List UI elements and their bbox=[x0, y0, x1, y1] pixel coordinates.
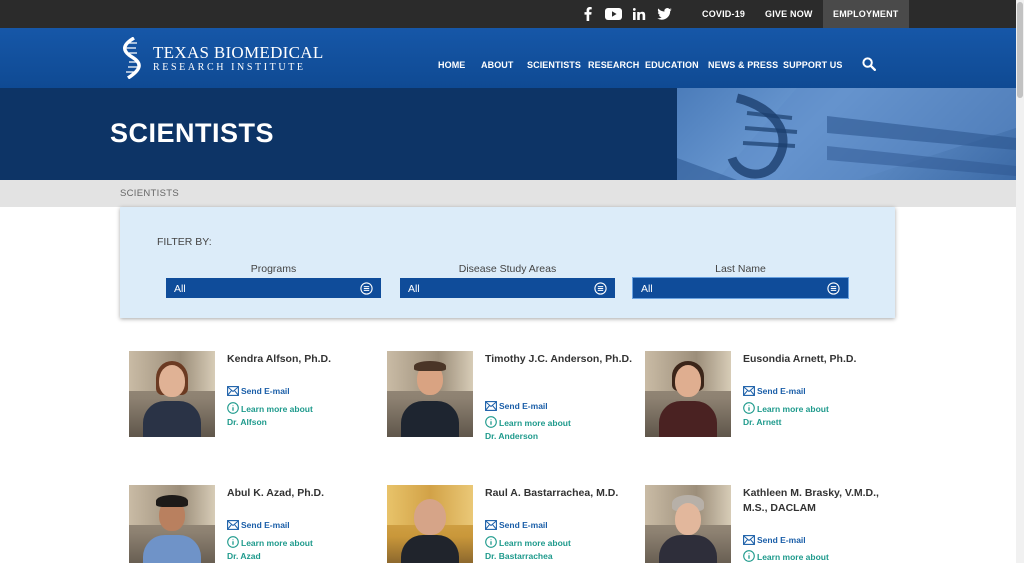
twitter-icon[interactable] bbox=[657, 6, 672, 22]
scientist-card: Kendra Alfson, Ph.D. Send E-mail Learn m… bbox=[129, 351, 379, 451]
scientist-card: Eusondia Arnett, Ph.D. Send E-mail Learn… bbox=[645, 351, 895, 451]
envelope-icon bbox=[485, 401, 497, 415]
send-email-link[interactable]: Send E-mail bbox=[227, 519, 290, 534]
list-menu-icon bbox=[594, 282, 607, 302]
send-email-label: Send E-mail bbox=[499, 401, 548, 411]
scientist-name[interactable]: Raul A. Bastarrachea, M.D. bbox=[485, 486, 645, 501]
learn-more-label: Learn more about bbox=[757, 404, 829, 414]
filter-label-programs: Programs bbox=[250, 263, 297, 275]
give-now-link[interactable]: GIVE NOW bbox=[765, 0, 813, 28]
breadcrumb: SCIENTISTS bbox=[0, 180, 1016, 207]
scientist-card: Kathleen M. Brasky, V.M.D., M.S., DACLAM… bbox=[645, 485, 895, 563]
filter-panel: FILTER BY: Programs All Disease Study Ar… bbox=[120, 207, 895, 318]
send-email-label: Send E-mail bbox=[757, 386, 806, 396]
employment-link[interactable]: EMPLOYMENT bbox=[823, 0, 909, 28]
scientist-photo[interactable] bbox=[645, 351, 731, 437]
scientist-name[interactable]: Kathleen M. Brasky, V.M.D., M.S., DACLAM bbox=[743, 486, 903, 516]
last-name-select[interactable]: All bbox=[632, 277, 849, 299]
send-email-link[interactable]: Send E-mail bbox=[485, 519, 548, 534]
page-title: SCIENTISTS bbox=[110, 118, 275, 148]
youtube-icon[interactable] bbox=[605, 6, 622, 22]
hero-sign-image bbox=[677, 88, 1016, 180]
envelope-icon bbox=[743, 386, 755, 400]
programs-select[interactable]: All bbox=[166, 278, 381, 298]
page-scrollbar[interactable] bbox=[1016, 0, 1024, 563]
envelope-icon bbox=[227, 386, 239, 400]
envelope-icon bbox=[743, 535, 755, 549]
facebook-icon[interactable] bbox=[584, 6, 592, 22]
utility-bar: COVID-19 GIVE NOW EMPLOYMENT bbox=[0, 0, 1016, 28]
learn-more-name[interactable]: Dr. Arnett bbox=[743, 416, 781, 429]
learn-more-name[interactable]: Dr. Bastarrachea bbox=[485, 550, 553, 563]
nav-scientists[interactable]: SCIENTISTS bbox=[527, 60, 581, 70]
nav-education[interactable]: EDUCATION bbox=[645, 60, 699, 70]
scientist-card: Raul A. Bastarrachea, M.D. Send E-mail L… bbox=[387, 485, 637, 563]
nav-news-press[interactable]: NEWS & PRESS bbox=[708, 60, 778, 70]
hero-banner: SCIENTISTS bbox=[0, 88, 1016, 180]
scientist-name[interactable]: Eusondia Arnett, Ph.D. bbox=[743, 352, 903, 367]
list-menu-icon bbox=[827, 282, 840, 302]
scientist-name[interactable]: Abul K. Azad, Ph.D. bbox=[227, 486, 387, 501]
learn-more-link[interactable]: Learn more about bbox=[743, 550, 829, 563]
scientist-name[interactable]: Kendra Alfson, Ph.D. bbox=[227, 352, 387, 367]
dna-logo-icon[interactable] bbox=[120, 36, 144, 84]
send-email-label: Send E-mail bbox=[241, 386, 290, 396]
info-circle-icon bbox=[743, 550, 755, 563]
learn-more-label: Learn more about bbox=[757, 552, 829, 562]
nav-research[interactable]: RESEARCH bbox=[588, 60, 639, 70]
envelope-icon bbox=[485, 520, 497, 534]
send-email-link[interactable]: Send E-mail bbox=[743, 534, 806, 549]
filter-title: FILTER BY: bbox=[157, 236, 212, 248]
learn-more-label: Learn more about bbox=[499, 538, 571, 548]
list-menu-icon bbox=[360, 282, 373, 302]
disease-select-value: All bbox=[408, 283, 420, 295]
learn-more-label: Learn more about bbox=[499, 418, 571, 428]
logo-title[interactable]: Texas Biomedical bbox=[153, 43, 324, 63]
send-email-link[interactable]: Send E-mail bbox=[485, 400, 548, 415]
scientist-photo[interactable] bbox=[129, 351, 215, 437]
scientist-name[interactable]: Timothy J.C. Anderson, Ph.D. bbox=[485, 352, 645, 367]
logo-subtitle[interactable]: Research Institute bbox=[153, 62, 306, 73]
search-icon[interactable] bbox=[862, 57, 876, 76]
send-email-link[interactable]: Send E-mail bbox=[227, 385, 290, 400]
covid-link[interactable]: COVID-19 bbox=[702, 0, 745, 28]
learn-more-label: Learn more about bbox=[241, 404, 313, 414]
learn-more-name[interactable]: Dr. Azad bbox=[227, 550, 261, 563]
envelope-icon bbox=[227, 520, 239, 534]
site-header: Texas Biomedical Research Institute HOME… bbox=[0, 28, 1016, 88]
scrollbar-thumb[interactable] bbox=[1017, 2, 1023, 98]
filter-label-disease: Disease Study Areas bbox=[458, 263, 557, 275]
learn-more-label: Learn more about bbox=[241, 538, 313, 548]
last-name-select-value: All bbox=[641, 283, 653, 295]
send-email-link[interactable]: Send E-mail bbox=[743, 385, 806, 400]
scientist-photo[interactable] bbox=[387, 485, 473, 563]
filter-label-last-name: Last Name bbox=[715, 263, 766, 275]
linkedin-icon[interactable] bbox=[633, 6, 646, 22]
nav-support-us[interactable]: SUPPORT US bbox=[783, 60, 843, 70]
nav-home[interactable]: HOME bbox=[438, 60, 465, 70]
scientist-card: Abul K. Azad, Ph.D. Send E-mail Learn mo… bbox=[129, 485, 379, 563]
programs-select-value: All bbox=[174, 283, 186, 295]
send-email-label: Send E-mail bbox=[499, 520, 548, 530]
send-email-label: Send E-mail bbox=[241, 520, 290, 530]
scientist-card: Timothy J.C. Anderson, Ph.D. Send E-mail… bbox=[387, 351, 637, 451]
disease-areas-select[interactable]: All bbox=[400, 278, 615, 298]
scientist-photo[interactable] bbox=[387, 351, 473, 437]
learn-more-name[interactable]: Dr. Alfson bbox=[227, 416, 267, 429]
breadcrumb-current: SCIENTISTS bbox=[120, 188, 179, 199]
scientist-photo[interactable] bbox=[645, 485, 731, 563]
nav-about[interactable]: ABOUT bbox=[481, 60, 514, 70]
scientist-photo[interactable] bbox=[129, 485, 215, 563]
learn-more-name[interactable]: Dr. Anderson bbox=[485, 430, 538, 443]
send-email-label: Send E-mail bbox=[757, 535, 806, 545]
